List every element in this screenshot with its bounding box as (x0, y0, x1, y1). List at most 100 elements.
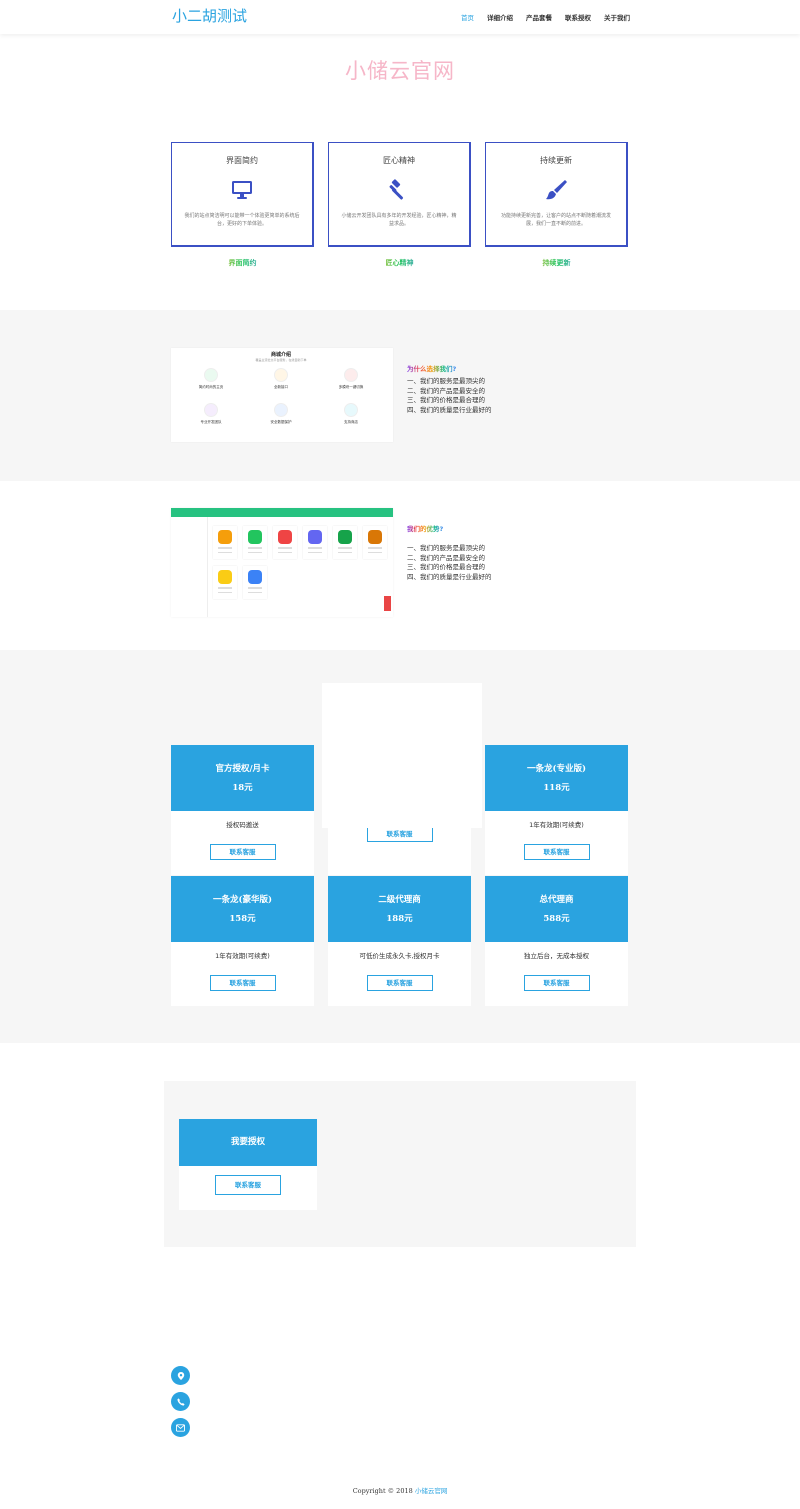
feature-title: 界面简约 (226, 156, 258, 165)
price-name: 官方授权/月卡 (215, 764, 270, 774)
price-desc: 独立后台，无成本授权 (524, 952, 589, 960)
monitor-icon (230, 178, 254, 202)
price-name: 一条龙(专业版) (526, 764, 587, 774)
list-item: 四、我们的质量是行业最好的 (407, 405, 492, 414)
price-desc: 授权码邀送 (226, 821, 259, 829)
footer: Copyright © 2018 小储云官网 (0, 1485, 800, 1495)
price-amount: 588元 (543, 914, 570, 924)
shot-module: 全新接口 (246, 368, 316, 390)
price-desc: 可低价生成永久卡,授权月卡 (359, 952, 440, 960)
shot-module: 支持商店 (316, 403, 386, 425)
shot-app-card (363, 526, 387, 559)
contact-service-button[interactable]: 联系客服 (366, 826, 433, 842)
price-desc: 1年有效期(可续费) (529, 821, 584, 829)
authorization-title: 我要授权 (179, 1119, 317, 1166)
price-card-header: 一条龙(豪华版) 158元 (171, 876, 314, 942)
price-card-header: 官方授权/月卡 18元 (171, 745, 314, 811)
list-item: 二、我们的产品是最安全的 (407, 553, 485, 562)
footer-site-link[interactable]: 小储云官网 (415, 1487, 448, 1495)
gavel-icon (387, 178, 411, 202)
nav-packages[interactable]: 产品套餐 (526, 12, 552, 22)
advantages-list: 一、我们的服务是最顶尖的 二、我们的产品是最安全的 三、我们的价格是最合理的 四… (407, 544, 492, 582)
shot-subtitle: 覆盖主流社交平台服务，在线自助下单 (255, 358, 307, 362)
copyright-text: Copyright © 2018 (352, 1487, 413, 1495)
authorization-card: 我要授权 联系客服 (179, 1119, 317, 1210)
why-choose-list: 一、我们的服务是最顶尖的 二、我们的产品是最安全的 三、我们的价格是最合理的 四… (407, 377, 492, 415)
shot-app-card (243, 566, 267, 599)
module-icon (274, 403, 288, 417)
shot-side-badge (384, 596, 391, 611)
feature-card-craft: 匠心精神 小储云开发团队具有多年的开发经验，匠心精神，精益求品。 (328, 142, 471, 247)
feature-card-simple: 界面简约 我们的站点简洁明可以能带一个体验更简单的系统后台，更好的下单体验。 (171, 142, 314, 247)
contact-service-button[interactable]: 联系客服 (209, 975, 276, 991)
shot-module: 专业开发团队 (176, 403, 246, 425)
phone-icon[interactable] (171, 1392, 190, 1411)
module-icon (274, 368, 288, 382)
module-icon (204, 368, 218, 382)
mail-icon[interactable] (171, 1418, 190, 1437)
app-store-screenshot (171, 508, 393, 617)
contact-service-button[interactable]: 联系客服 (523, 844, 590, 860)
shot-app-card (273, 526, 297, 559)
nav-home[interactable]: 首页 (461, 12, 474, 22)
contact-service-button[interactable]: 联系客服 (366, 975, 433, 991)
price-name: 二级代理商 (378, 895, 421, 905)
price-card-header: 二级代理商 188元 (328, 876, 471, 942)
price-name: 一条龙(豪华版) (212, 895, 273, 905)
module-icon (344, 403, 358, 417)
brush-icon (544, 178, 568, 202)
nav-authorization[interactable]: 联系授权 (565, 12, 591, 22)
contact-service-button[interactable]: 联系客服 (523, 975, 590, 991)
feature-desc: 功能持续更新完善，让客户的站点不断随着潮流发展，我们一直不断的前进。 (500, 213, 611, 227)
main-nav: 首页 详细介绍 产品套餐 联系授权 关于我们 (461, 12, 630, 22)
shot-app-card (333, 526, 357, 559)
shot-app-card (213, 566, 237, 599)
module-icon (204, 403, 218, 417)
list-item: 三、我们的价格是最合理的 (407, 396, 485, 404)
price-card-monthly: 官方授权/月卡 18元 授权码邀送 联系客服 (171, 745, 314, 875)
hero-title: 小储云官网 (345, 59, 455, 83)
price-amount: 18元 (232, 783, 253, 793)
price-card-general-agent: 总代理商 588元 独立后台，无成本授权 联系客服 (485, 876, 628, 1006)
nav-details[interactable]: 详细介绍 (487, 12, 513, 22)
feature-tag: 匠心精神 (328, 258, 471, 268)
feature-desc: 我们的站点简洁明可以能带一个体验更简单的系统后台，更好的下单体验。 (184, 213, 300, 227)
price-card-agent: 二级代理商 188元 可低价生成永久卡,授权月卡 联系客服 (328, 876, 471, 1006)
shot-module: 多模块一键切换 (316, 368, 386, 390)
feature-tag: 持续更新 (485, 258, 628, 268)
price-card-header: 总代理商 588元 (485, 876, 628, 942)
feature-tag: 界面简约 (171, 258, 314, 268)
price-card-header: 一条龙(专业版) 118元 (485, 745, 628, 811)
price-desc: 1年有效期(可续费) (215, 952, 270, 960)
module-icon (344, 368, 358, 382)
nav-about[interactable]: 关于我们 (604, 12, 630, 22)
contact-service-button[interactable]: 联系客服 (209, 844, 276, 860)
shot-module: 简约时尚的主页 (176, 368, 246, 390)
feature-title: 持续更新 (540, 156, 572, 165)
list-item: 二、我们的产品是最安全的 (407, 386, 485, 395)
location-icon[interactable] (171, 1366, 190, 1385)
list-item: 四、我们的质量是行业最好的 (407, 572, 492, 581)
blank-overlay-panel (322, 683, 482, 828)
price-card-deluxe: 一条龙(豪华版) 158元 1年有效期(可续费) 联系客服 (171, 876, 314, 1006)
price-amount: 118元 (543, 783, 570, 793)
shot-topbar (171, 508, 393, 517)
shot-app-card (243, 526, 267, 559)
list-item: 一、我们的服务是最顶尖的 (407, 377, 485, 385)
shot-module: 安全数据保护 (246, 403, 316, 425)
intro-section (0, 310, 800, 481)
feature-desc: 小储云开发团队具有多年的开发经验，匠心精神，精益求品。 (341, 213, 457, 227)
shot-app-card (213, 526, 237, 559)
feature-card-update: 持续更新 功能持续更新完善，让客户的站点不断随着潮流发展，我们一直不断的前进。 (485, 142, 628, 247)
list-item: 三、我们的价格是最合理的 (407, 563, 485, 571)
top-navbar: 小二胡测试 首页 详细介绍 产品套餐 联系授权 关于我们 (0, 0, 800, 34)
why-choose-title: 为什么选择我们? (407, 365, 457, 373)
price-amount: 188元 (386, 914, 413, 924)
feature-title: 匠心精神 (383, 156, 415, 165)
shot-title: 商城介绍 (270, 352, 291, 358)
contact-service-button[interactable]: 联系客服 (215, 1175, 281, 1195)
shot-sidebar (171, 517, 208, 617)
price-name: 总代理商 (539, 895, 574, 905)
shot-app-card (303, 526, 327, 559)
brand-logo[interactable]: 小二胡测试 (172, 5, 247, 26)
